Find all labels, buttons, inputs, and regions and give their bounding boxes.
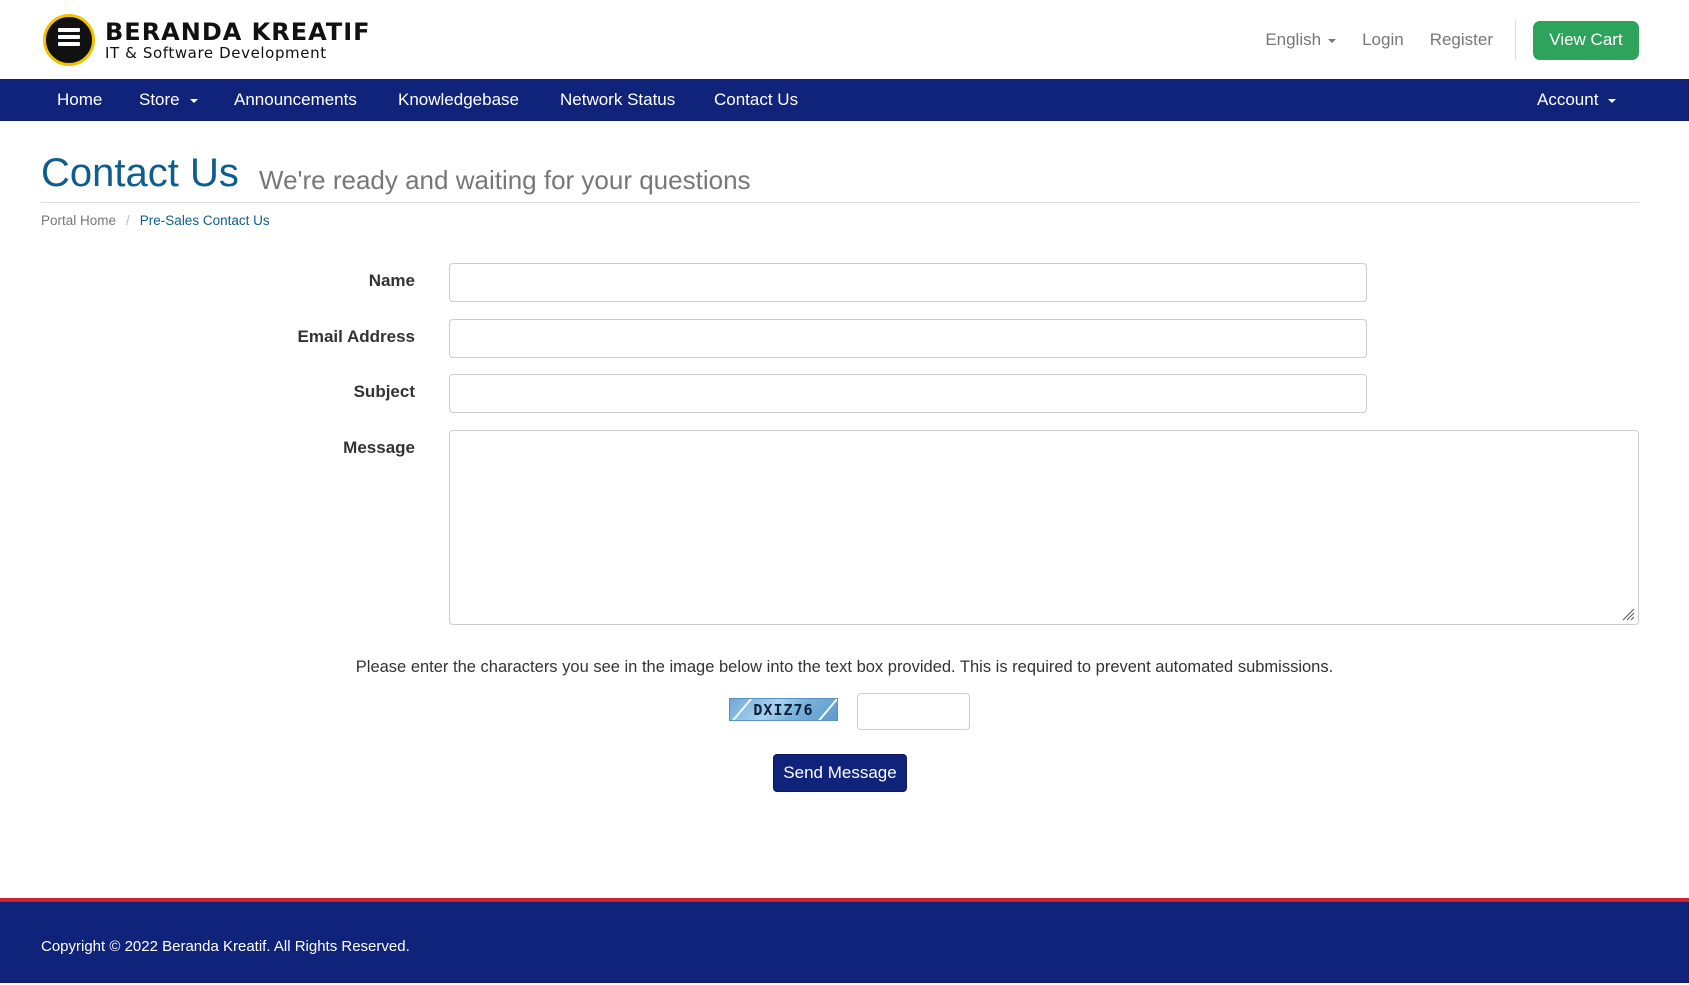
- chevron-down-icon: [1328, 39, 1337, 43]
- register-link[interactable]: Register: [1430, 30, 1493, 50]
- brand-title: BERANDA KREATIF: [105, 17, 371, 46]
- captcha-image: DXIZ76: [729, 698, 838, 721]
- message-textarea[interactable]: [449, 430, 1639, 625]
- name-field[interactable]: [449, 263, 1367, 302]
- chevron-down-icon: [189, 99, 198, 103]
- nav-item-account[interactable]: Account: [1537, 79, 1617, 121]
- chevron-down-icon: [1608, 99, 1617, 103]
- nav-item-announcements[interactable]: Announcements: [234, 79, 357, 121]
- copyright-text: Copyright © 2022 Beranda Kreatif. All Ri…: [41, 938, 410, 955]
- breadcrumb: Portal Home / Pre-Sales Contact Us: [41, 213, 270, 228]
- captcha-code: DXIZ76: [753, 700, 814, 719]
- nav-item-network-status[interactable]: Network Status: [560, 79, 675, 121]
- top-links: English Login Register View Cart: [1265, 20, 1689, 60]
- header: BERANDA KREATIF IT & Software Developmen…: [0, 0, 1689, 79]
- page-header: Contact Us We're ready and waiting for y…: [41, 148, 1639, 203]
- nav-item-contact-us[interactable]: Contact Us: [714, 79, 798, 121]
- logo-emblem-icon: [43, 14, 95, 66]
- nav-item-home[interactable]: Home: [57, 79, 102, 121]
- view-cart-button[interactable]: View Cart: [1533, 20, 1639, 60]
- resize-grip-icon[interactable]: [1621, 607, 1635, 621]
- language-selector[interactable]: English: [1265, 30, 1337, 50]
- login-link[interactable]: Login: [1362, 30, 1404, 50]
- captcha-noise-line: [730, 699, 753, 720]
- brand-subtitle: IT & Software Development: [105, 43, 327, 62]
- nav-item-store[interactable]: Store: [139, 79, 198, 121]
- send-message-button[interactable]: Send Message: [773, 754, 907, 792]
- page-title: Contact Us: [41, 151, 239, 195]
- captcha-input[interactable]: [857, 693, 970, 730]
- page-subtitle: We're ready and waiting for your questio…: [259, 165, 751, 195]
- email-label: Email Address: [297, 327, 415, 346]
- subject-field[interactable]: [449, 374, 1367, 413]
- email-field[interactable]: [449, 319, 1367, 358]
- brand-logo[interactable]: BERANDA KREATIF IT & Software Developmen…: [43, 14, 371, 66]
- divider: [1515, 20, 1516, 60]
- main-navbar: Home Store Announcements Knowledgebase N…: [0, 79, 1689, 121]
- breadcrumb-current[interactable]: Pre-Sales Contact Us: [140, 213, 270, 228]
- name-label: Name: [368, 271, 415, 290]
- captcha-noise-line: [815, 699, 837, 720]
- message-label: Message: [343, 438, 415, 457]
- nav-item-store-label: Store: [139, 90, 180, 109]
- language-label: English: [1265, 30, 1322, 49]
- footer: Copyright © 2022 Beranda Kreatif. All Ri…: [0, 898, 1689, 985]
- nav-item-account-label: Account: [1537, 90, 1599, 109]
- subject-label: Subject: [353, 382, 415, 401]
- breadcrumb-separator: /: [126, 213, 130, 228]
- captcha-instructions: Please enter the characters you see in t…: [355, 658, 1334, 676]
- nav-item-knowledgebase[interactable]: Knowledgebase: [398, 79, 519, 121]
- breadcrumb-home-link[interactable]: Portal Home: [41, 213, 116, 228]
